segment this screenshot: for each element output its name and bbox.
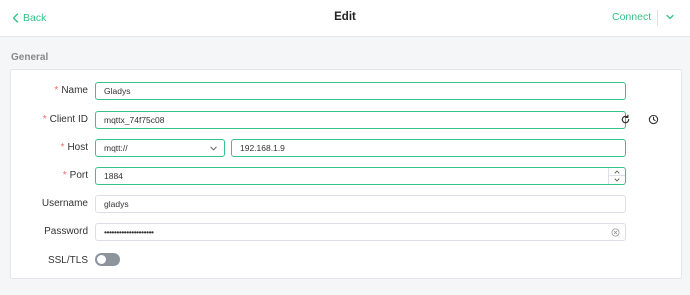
required-marker: * (60, 142, 65, 153)
section-general-label: General (11, 52, 49, 63)
port-input[interactable] (104, 168, 617, 184)
ssl-label: SSL/TLS (47, 255, 88, 266)
required-marker: * (62, 170, 67, 181)
name-input[interactable] (104, 83, 617, 99)
client-id-label: * Client ID (42, 114, 88, 125)
required-marker: * (42, 114, 47, 125)
ssl-toggle[interactable] (95, 253, 120, 266)
general-settings-card: *Name *Client ID *Host mqtt:// *Port (10, 69, 682, 279)
divider (657, 10, 658, 26)
client-id-field[interactable] (95, 111, 626, 129)
host-field[interactable] (231, 139, 626, 157)
name-label: * Name (54, 85, 88, 96)
spinner-up-button[interactable] (609, 168, 625, 176)
username-field[interactable] (95, 195, 626, 213)
chevron-down-icon[interactable] (665, 12, 675, 22)
spinner-down-button[interactable] (609, 176, 625, 184)
page-title: Edit (334, 11, 356, 23)
spinner-down-icon (614, 178, 620, 182)
toggle-knob (97, 255, 106, 264)
protocol-value: mqtt:// (104, 143, 128, 153)
client-id-input[interactable] (104, 112, 617, 128)
refresh-icon[interactable] (620, 114, 631, 125)
host-label: * Host (60, 142, 88, 153)
top-bar: Back Edit Connect (0, 0, 690, 37)
name-field[interactable] (95, 82, 626, 100)
host-input[interactable] (240, 140, 617, 156)
username-input[interactable] (104, 196, 617, 212)
port-field[interactable] (95, 167, 626, 185)
port-label: * Port (62, 170, 88, 181)
required-marker: * (54, 85, 59, 96)
clear-icon[interactable] (611, 228, 620, 237)
spinner-up-icon (614, 169, 620, 174)
password-masked-value: •••••••••••••••••••• (104, 227, 154, 237)
username-label: Username (41, 198, 88, 209)
clock-icon[interactable] (648, 114, 659, 125)
chevron-down-icon (210, 146, 217, 151)
port-stepper[interactable] (608, 168, 625, 184)
password-label: Password (44, 226, 88, 237)
password-field[interactable]: •••••••••••••••••••• (95, 223, 626, 241)
connect-button[interactable]: Connect (612, 11, 651, 23)
protocol-select[interactable]: mqtt:// (95, 139, 225, 157)
